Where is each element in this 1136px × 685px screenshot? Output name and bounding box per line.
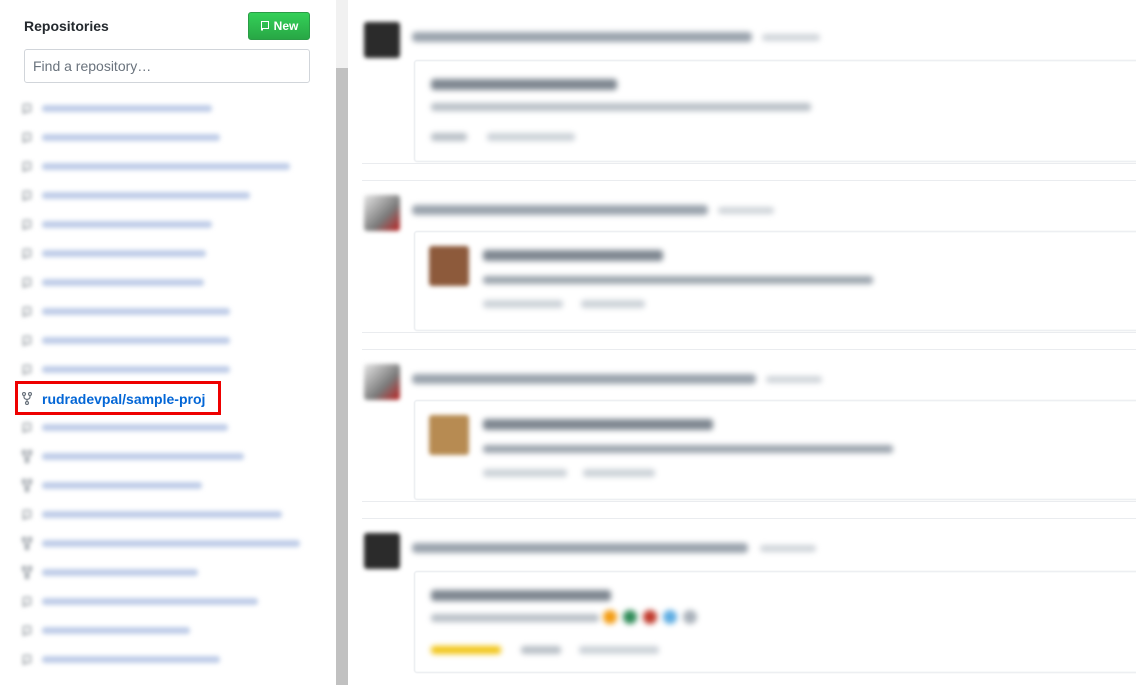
fork-icon — [20, 566, 34, 580]
repo-item[interactable] — [20, 123, 320, 152]
repo-link-blurred[interactable] — [42, 511, 282, 518]
repo-item[interactable] — [20, 413, 320, 442]
repo-link-blurred[interactable] — [42, 569, 198, 576]
avatar[interactable] — [364, 364, 400, 400]
repo-link-blurred[interactable] — [42, 105, 212, 112]
divider — [362, 332, 1136, 333]
repo-icon — [20, 247, 34, 261]
divider — [362, 180, 1136, 181]
feed-item-headline[interactable] — [412, 32, 752, 42]
repo-item[interactable] — [20, 94, 320, 123]
repo-link-blurred[interactable] — [42, 192, 250, 199]
repo-link-blurred[interactable] — [42, 656, 220, 663]
repo-link-blurred[interactable] — [42, 163, 290, 170]
repo-item[interactable] — [20, 616, 320, 645]
divider — [362, 163, 1136, 164]
repo-icon — [20, 334, 34, 348]
repo-item[interactable] — [20, 181, 320, 210]
sidebar-header: Repositories New — [24, 12, 310, 42]
repo-icon — [20, 363, 34, 377]
feed-item-time — [766, 376, 822, 383]
avatar[interactable] — [364, 533, 400, 569]
repo-link-blurred[interactable] — [42, 540, 300, 547]
fork-icon — [20, 450, 34, 464]
repo-item[interactable] — [20, 268, 320, 297]
feed-item-headline[interactable] — [412, 374, 756, 384]
scrollbar-up-arrow[interactable] — [336, 0, 348, 14]
repo-link-blurred[interactable] — [42, 308, 230, 315]
repo-item-selected[interactable]: rudradevpal/sample-proj — [20, 384, 320, 413]
repo-icon — [260, 20, 270, 32]
feed-item-time — [760, 545, 816, 552]
repo-link[interactable]: rudradevpal/sample-proj — [42, 391, 205, 407]
feed-item-card[interactable] — [414, 571, 1136, 673]
repo-item[interactable] — [20, 558, 320, 587]
repo-icon — [20, 160, 34, 174]
feed-item-card[interactable] — [414, 400, 1136, 500]
repo-icon — [20, 508, 34, 522]
fork-icon — [20, 537, 34, 551]
repo-icon — [20, 624, 34, 638]
repo-icon — [20, 421, 34, 435]
activity-feed — [348, 0, 1136, 685]
feed-item-card[interactable] — [414, 231, 1136, 331]
repo-item[interactable] — [20, 500, 320, 529]
feed-item-time — [718, 207, 774, 214]
repository-list: rudradevpal/sample-proj — [20, 94, 320, 674]
repo-link-blurred[interactable] — [42, 627, 190, 634]
repo-item[interactable] — [20, 587, 320, 616]
repo-icon — [20, 276, 34, 290]
repo-link-blurred[interactable] — [42, 134, 220, 141]
avatar[interactable] — [364, 22, 400, 58]
repo-icon — [20, 653, 34, 667]
repo-link-blurred[interactable] — [42, 279, 204, 286]
repo-icon — [20, 305, 34, 319]
repo-item[interactable] — [20, 152, 320, 181]
sidebar-title: Repositories — [24, 18, 109, 34]
repo-icon — [20, 595, 34, 609]
repo-link-blurred[interactable] — [42, 250, 206, 257]
repo-icon — [20, 102, 34, 116]
divider — [362, 349, 1136, 350]
fork-icon — [20, 479, 34, 493]
repo-link-blurred[interactable] — [42, 598, 258, 605]
repo-item[interactable] — [20, 471, 320, 500]
repo-link-blurred[interactable] — [42, 482, 202, 489]
feed-item-time — [762, 34, 820, 41]
repo-item[interactable] — [20, 355, 320, 384]
divider — [362, 518, 1136, 519]
repo-icon — [20, 218, 34, 232]
repo-icon — [20, 189, 34, 203]
repo-item[interactable] — [20, 529, 320, 558]
repo-item[interactable] — [20, 210, 320, 239]
repo-item[interactable] — [20, 645, 320, 674]
avatar[interactable] — [364, 195, 400, 231]
repo-link-blurred[interactable] — [42, 366, 230, 373]
repo-link-blurred[interactable] — [42, 424, 228, 431]
repo-link-blurred[interactable] — [42, 221, 212, 228]
repo-link-blurred[interactable] — [42, 337, 230, 344]
scrollbar-thumb[interactable] — [336, 68, 348, 685]
find-repository-input[interactable] — [24, 49, 310, 83]
fork-icon — [20, 392, 34, 406]
repo-link-blurred[interactable] — [42, 453, 244, 460]
new-repository-button[interactable]: New — [248, 12, 310, 40]
repo-item[interactable] — [20, 239, 320, 268]
divider — [362, 501, 1136, 502]
feed-item-headline[interactable] — [412, 543, 748, 553]
feed-item-headline[interactable] — [412, 205, 708, 215]
repo-icon — [20, 131, 34, 145]
repositories-sidebar: Repositories New rudradevpal/sample-proj — [0, 0, 337, 685]
new-button-label: New — [273, 19, 299, 33]
repo-item[interactable] — [20, 297, 320, 326]
feed-item-card[interactable] — [414, 60, 1136, 162]
repo-item[interactable] — [20, 326, 320, 355]
repo-item[interactable] — [20, 442, 320, 471]
